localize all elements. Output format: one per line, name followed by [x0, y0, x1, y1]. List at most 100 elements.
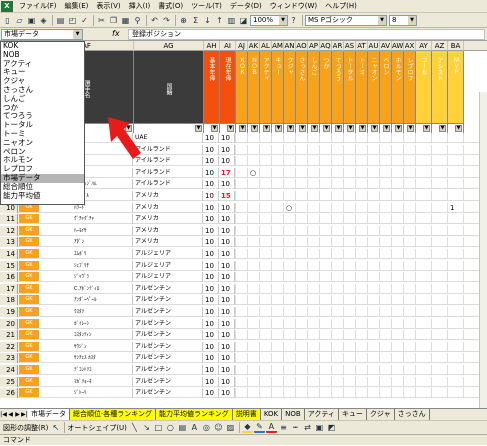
formula-input[interactable]: 登録ポジション: [128, 29, 485, 40]
player-name-cell[interactable]: ｱﾀﾞﾝ: [40, 237, 133, 248]
player-name-cell[interactable]: ｻﾝﾁｪｽ ｶｽﾀ: [40, 353, 133, 364]
player-name-cell[interactable]: ﾃﾞｺﾝﾄﾘｺ: [40, 365, 133, 375]
first-sheet-icon[interactable]: |◀: [0, 411, 7, 418]
chevron-down-icon[interactable]: ▼: [73, 30, 82, 39]
save-icon[interactable]: ▣: [26, 15, 37, 26]
column-header[interactable]: AR: [332, 41, 344, 51]
open-folder-icon[interactable]: ▱: [14, 15, 25, 26]
menu-item[interactable]: データ(D): [226, 1, 266, 11]
row-number[interactable]: 16: [0, 272, 18, 283]
filter-dropdown-icon[interactable]: ▼: [423, 125, 430, 132]
chevron-down-icon[interactable]: ▼: [408, 15, 416, 25]
current-salary-cell[interactable]: 10: [220, 318, 235, 329]
column-header[interactable]: AU: [368, 41, 380, 51]
table-row[interactable]: 13 GK ｱﾀﾞﾝ アメリカ 10 10: [0, 237, 487, 248]
column-header[interactable]: AY: [416, 41, 432, 51]
country-cell[interactable]: アメリカ: [134, 214, 203, 225]
row-number[interactable]: 18: [0, 295, 18, 306]
diagram-icon[interactable]: ◎: [201, 422, 212, 433]
country-cell[interactable]: アルゼンチン: [134, 318, 203, 329]
spelling-icon[interactable]: ✓: [79, 15, 90, 26]
current-salary-cell[interactable]: 10: [220, 144, 235, 155]
current-salary-cell[interactable]: 10: [220, 307, 235, 317]
country-cell[interactable]: アイルランド: [134, 179, 203, 190]
sheet-tab[interactable]: キュー: [339, 409, 367, 420]
table-row[interactable]: 20 GK ｶﾞｲﾚｰｼ アルゼンチン 10 10: [0, 318, 487, 329]
sheet-tab[interactable]: 市場データ: [28, 409, 70, 420]
base-salary-cell[interactable]: 10: [204, 249, 219, 259]
column-header[interactable]: AG: [134, 41, 204, 51]
row-number[interactable]: 24: [0, 365, 18, 375]
current-salary-cell[interactable]: 10: [220, 225, 235, 236]
prev-sheet-icon[interactable]: ◀: [7, 411, 14, 418]
hyperlink-icon[interactable]: ⊕: [178, 15, 189, 26]
player-name-cell[interactable]: ﾊｰﾓｲｻ: [40, 225, 133, 236]
current-salary-cell[interactable]: 10: [220, 330, 235, 341]
oval-icon[interactable]: ○: [165, 422, 176, 433]
base-salary-cell[interactable]: 10: [204, 156, 219, 167]
dropdown-item[interactable]: 能力平均値: [1, 191, 84, 201]
base-salary-cell[interactable]: 10: [204, 376, 219, 387]
sheet-tab[interactable]: 総合順位·各種ランキング: [70, 409, 157, 420]
select-objects-icon[interactable]: ↖: [50, 422, 61, 433]
current-salary-cell[interactable]: 10: [220, 376, 235, 387]
column-header[interactable]: AW: [392, 41, 404, 51]
base-salary-cell[interactable]: 10: [204, 191, 219, 201]
font-color-icon[interactable]: A: [265, 422, 277, 433]
row-number[interactable]: 26: [0, 388, 18, 399]
filter-dropdown-icon[interactable]: ▼: [347, 125, 354, 132]
player-name-cell[interactable]: ｼﾞﾄｰﾘ: [40, 388, 133, 399]
base-salary-cell[interactable]: 10: [204, 260, 219, 271]
line-style-icon[interactable]: ≡: [278, 422, 289, 433]
chevron-down-icon[interactable]: ▼: [378, 15, 386, 25]
wordart-icon[interactable]: A: [189, 422, 200, 433]
next-sheet-icon[interactable]: ▶: [14, 411, 21, 418]
base-salary-cell[interactable]: 10: [204, 283, 219, 294]
base-salary-cell[interactable]: 10: [204, 179, 219, 190]
country-cell[interactable]: アメリカ: [134, 202, 203, 213]
column-header[interactable]: AV: [380, 41, 392, 51]
menu-item[interactable]: ヘルプ(H): [321, 1, 361, 11]
vertical-scrollbar[interactable]: [479, 92, 487, 408]
table-row[interactable]: 12 GK ﾊｰﾓｲｻ アメリカ 10 10: [0, 225, 487, 236]
table-row[interactable]: 21 GK ｺｽﾀﾝﾃｨﾝ アルゼンチン 10 10: [0, 330, 487, 341]
current-salary-cell[interactable]: 10: [220, 260, 235, 271]
format-painter-icon[interactable]: ⚲: [132, 15, 143, 26]
menu-item[interactable]: 書式(O): [154, 1, 187, 11]
copy-icon[interactable]: ❐: [108, 15, 119, 26]
column-header[interactable]: AJ: [236, 41, 248, 51]
base-salary-cell[interactable]: 10: [204, 237, 219, 248]
base-salary-cell[interactable]: 10: [204, 144, 219, 155]
dash-style-icon[interactable]: ┅: [290, 422, 301, 433]
base-salary-cell[interactable]: 10: [204, 272, 219, 283]
current-salary-cell[interactable]: 10: [220, 365, 235, 375]
drawing-icon[interactable]: ◪: [238, 15, 249, 26]
base-salary-cell[interactable]: 10: [204, 167, 219, 178]
stat-mark[interactable]: ○: [250, 168, 256, 178]
row-number[interactable]: 20: [0, 318, 18, 329]
font-size-select[interactable]: 8 ▼: [389, 14, 417, 26]
table-row[interactable]: 25 GK ﾏｶﾞﾘｮｰﾈ アルゼンチン 10 10: [0, 376, 487, 387]
menu-item[interactable]: ツール(T): [187, 1, 226, 11]
shadow-icon[interactable]: ▣: [314, 422, 325, 433]
filter-dropdown-icon[interactable]: ▼: [275, 125, 282, 132]
sheet-tab[interactable]: KOK: [261, 409, 283, 420]
row-number[interactable]: 15: [0, 260, 18, 271]
column-header[interactable]: AN: [284, 41, 296, 51]
filter-dropdown-icon[interactable]: ▼: [323, 125, 330, 132]
column-header[interactable]: AH: [204, 41, 220, 51]
row-number[interactable]: 11: [0, 214, 18, 225]
menu-item[interactable]: ファイル(F): [15, 1, 61, 11]
textbox-icon[interactable]: ▤: [177, 422, 188, 433]
base-salary-cell[interactable]: 10: [204, 341, 219, 352]
sheet-tab[interactable]: アクティ: [305, 409, 339, 420]
3d-icon[interactable]: ◩: [326, 422, 337, 433]
player-name-cell[interactable]: ｶﾞｲﾚｰｼ: [40, 318, 133, 329]
current-salary-cell[interactable]: 15: [220, 191, 235, 201]
base-salary-cell[interactable]: 10: [204, 295, 219, 306]
base-salary-cell[interactable]: 10: [204, 214, 219, 225]
current-salary-cell[interactable]: 10: [220, 272, 235, 283]
player-name-cell[interactable]: ｴﾑﾎﾞﾘ: [40, 249, 133, 259]
country-cell[interactable]: アルゼンチン: [134, 353, 203, 364]
base-salary-cell[interactable]: 10: [204, 388, 219, 399]
